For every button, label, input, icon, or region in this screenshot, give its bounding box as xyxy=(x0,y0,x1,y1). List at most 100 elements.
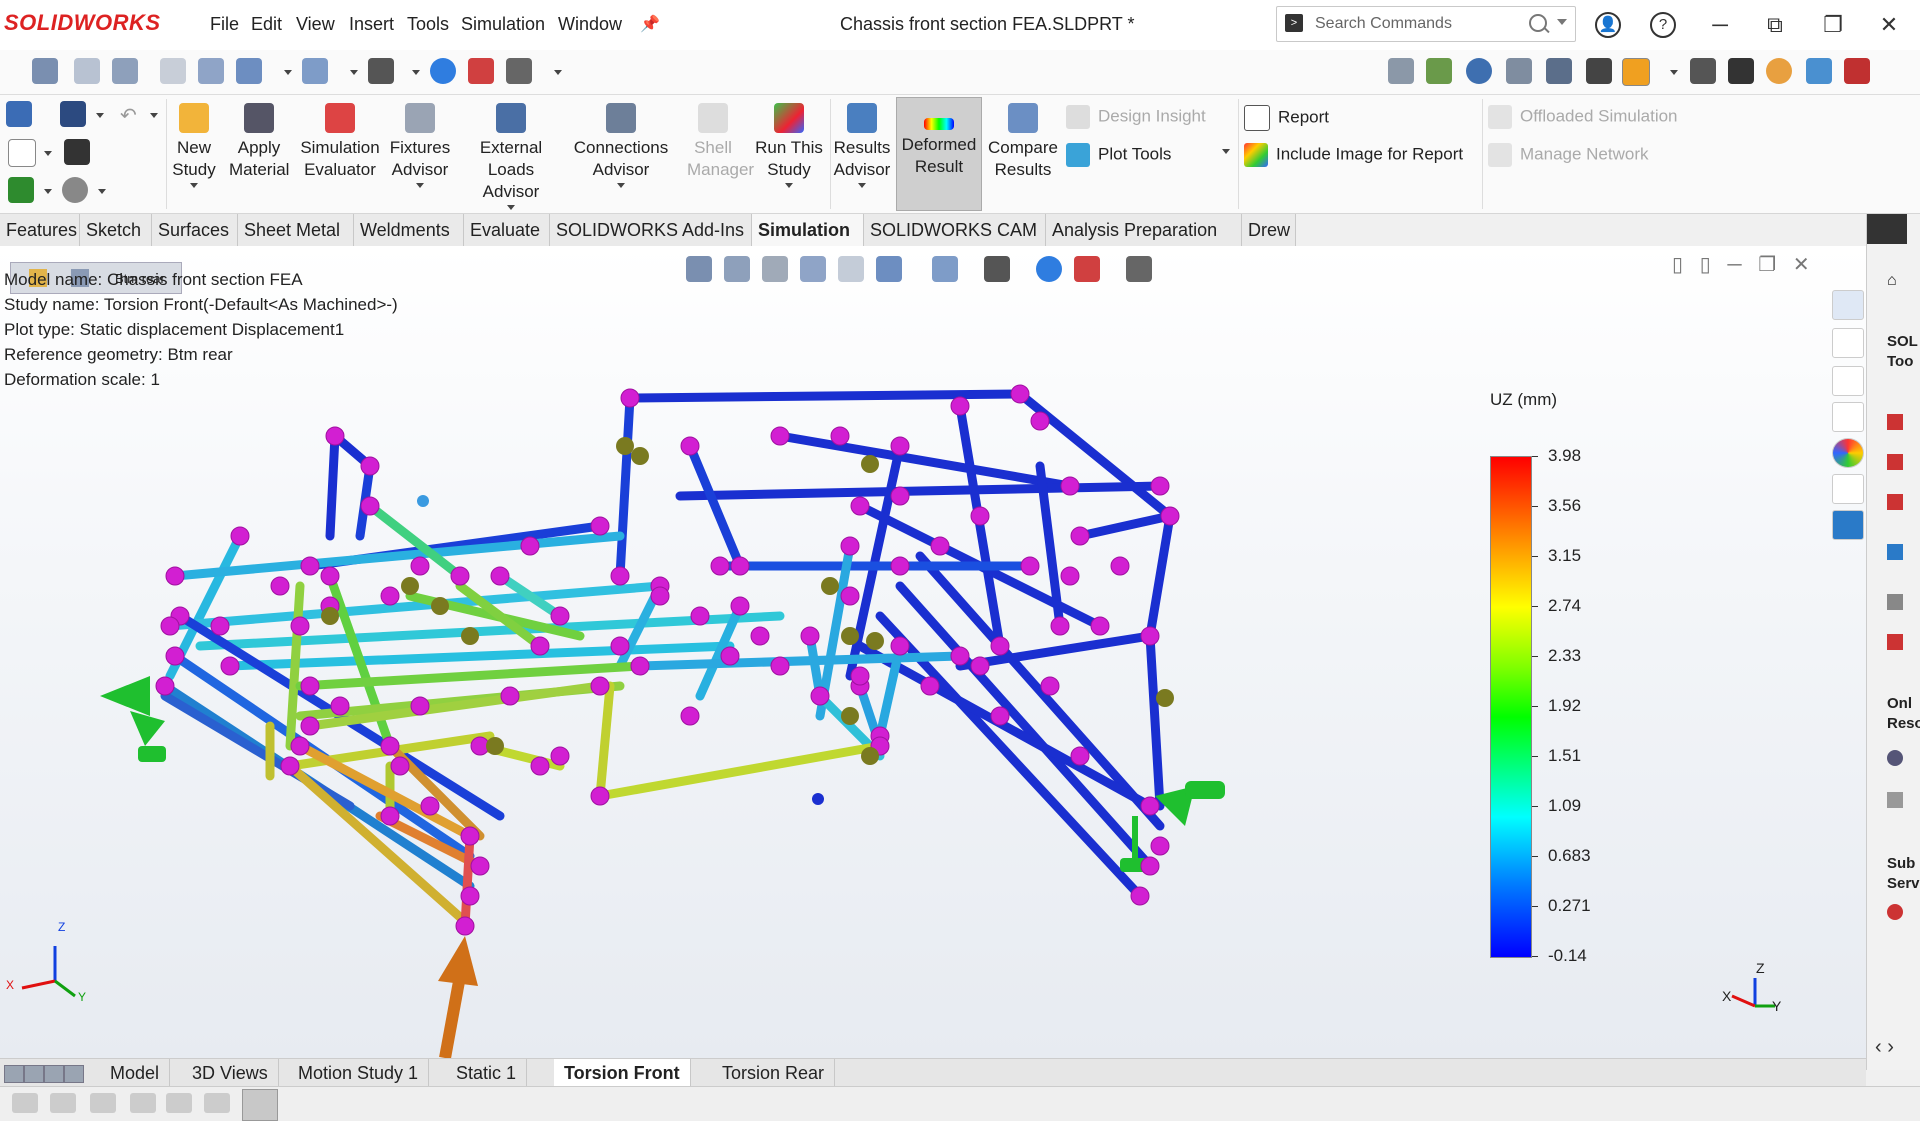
monitor-icon[interactable] xyxy=(506,58,532,84)
menu-view[interactable]: View xyxy=(296,14,335,35)
section-view-icon[interactable] xyxy=(160,58,186,84)
include-image-button[interactable]: Include Image for Report xyxy=(1244,143,1463,167)
sim-tool-2-icon[interactable] xyxy=(1426,58,1452,84)
tile-left-icon[interactable]: ▯ xyxy=(1672,254,1683,276)
chevron-down-icon[interactable] xyxy=(1557,19,1567,25)
appearances-icon[interactable] xyxy=(1832,438,1864,468)
chevron-down-icon[interactable] xyxy=(412,70,420,75)
external-loads-advisor-button[interactable]: External Loads Advisor xyxy=(456,95,566,213)
menu-simulation[interactable]: Simulation xyxy=(461,14,545,35)
apply-material-button[interactable]: Apply Material xyxy=(224,95,294,213)
minimize-icon[interactable]: ─ xyxy=(1705,10,1735,40)
subscription-icon[interactable] xyxy=(1887,904,1903,920)
sim-tool-6-icon[interactable] xyxy=(1586,58,1612,84)
manage-network-button[interactable]: Manage Network xyxy=(1488,143,1649,167)
sim-tool-7-icon[interactable] xyxy=(1844,58,1870,84)
tab-motion-study-1[interactable]: Motion Study 1 xyxy=(288,1059,430,1087)
search-input[interactable]: Search Commands xyxy=(1315,15,1452,33)
menu-window[interactable]: Window xyxy=(558,14,622,35)
display-style-icon[interactable] xyxy=(236,58,262,84)
coordinate-triad[interactable] xyxy=(21,946,76,998)
report-button[interactable]: Report xyxy=(1244,105,1329,131)
tab-drew[interactable]: Drew xyxy=(1242,214,1296,246)
view-orientation-icon[interactable] xyxy=(198,58,224,84)
home-icon[interactable] xyxy=(6,101,32,127)
help-icon[interactable]: ? xyxy=(1650,12,1676,38)
offloaded-simulation-button[interactable]: Offloaded Simulation xyxy=(1488,105,1678,129)
tab-simulation[interactable]: Simulation xyxy=(752,214,864,246)
undo-icon[interactable]: ↶ xyxy=(120,103,137,128)
menu-insert[interactable]: Insert xyxy=(349,14,394,35)
home-icon[interactable]: ⌂ xyxy=(1887,272,1897,290)
sim-tool-1-icon[interactable] xyxy=(1388,58,1414,84)
solidworks-forum-icon[interactable] xyxy=(1832,510,1864,540)
chevron-down-icon[interactable] xyxy=(1670,70,1678,75)
restore-icon[interactable]: ⧉ xyxy=(1760,10,1790,40)
sim-task-icon[interactable] xyxy=(1887,544,1903,560)
hide-show-icon[interactable] xyxy=(302,58,328,84)
resource-icon[interactable] xyxy=(1887,750,1903,766)
color-legend-bar[interactable] xyxy=(1490,456,1532,958)
chevron-down-icon[interactable] xyxy=(350,70,358,75)
resources-tab-icon[interactable] xyxy=(1832,290,1864,320)
sim-tool-3-icon[interactable] xyxy=(1466,58,1492,84)
user-account-icon[interactable]: 👤 xyxy=(1595,12,1621,38)
plot-tools-button[interactable]: Plot Tools xyxy=(1066,143,1171,167)
run-this-study-button[interactable]: Run This Study xyxy=(752,95,826,213)
maximize-icon[interactable]: ❐ xyxy=(1758,254,1776,276)
tab-surfaces[interactable]: Surfaces xyxy=(152,214,238,246)
sim-task-icon[interactable] xyxy=(1887,454,1903,470)
deformed-result-button[interactable]: Deformed Result xyxy=(896,97,982,211)
shell-manager-button[interactable]: Shell Manager xyxy=(676,95,754,213)
previous-view-icon[interactable] xyxy=(112,58,138,84)
view-palette-icon[interactable] xyxy=(1832,402,1864,432)
tile-right-icon[interactable]: ▯ xyxy=(1700,254,1711,276)
maximize-icon[interactable]: ❐ xyxy=(1818,10,1848,40)
tab-solidworks-cam[interactable]: SOLIDWORKS CAM xyxy=(864,214,1046,246)
scene-icon[interactable] xyxy=(468,58,494,84)
close-icon[interactable]: ✕ xyxy=(1793,254,1810,276)
traffic-light-icon[interactable] xyxy=(64,139,90,165)
tab-evaluate[interactable]: Evaluate xyxy=(464,214,550,246)
sim-task-icon[interactable] xyxy=(1887,634,1903,650)
sim-task-icon[interactable] xyxy=(1887,494,1903,510)
status-tool-icon[interactable] xyxy=(204,1093,230,1113)
sim-tool-5-icon[interactable] xyxy=(1546,58,1572,84)
tab-solidworks-add-ins[interactable]: SOLIDWORKS Add-Ins xyxy=(550,214,752,246)
custom-properties-icon[interactable] xyxy=(1832,474,1864,504)
file-explorer-icon[interactable] xyxy=(1832,366,1864,396)
tab-features[interactable]: Features xyxy=(0,214,80,246)
chevron-down-icon[interactable] xyxy=(44,189,52,194)
new-document-icon[interactable] xyxy=(8,139,36,167)
appearance-icon[interactable] xyxy=(430,58,456,84)
animate-icon[interactable] xyxy=(1806,58,1832,84)
chevron-down-icon[interactable] xyxy=(44,151,52,156)
pane-scroll-arrows[interactable]: ‹ › xyxy=(1875,1036,1894,1059)
prev-tab-arrow[interactable] xyxy=(24,1065,44,1083)
save-icon[interactable] xyxy=(60,101,86,127)
resource-icon[interactable] xyxy=(1887,792,1903,808)
search-commands[interactable]: > Search Commands xyxy=(1276,6,1576,42)
status-tool-icon[interactable] xyxy=(166,1093,192,1113)
status-tool-icon[interactable] xyxy=(50,1093,76,1113)
visibility-icon[interactable] xyxy=(368,58,394,84)
tab-model[interactable]: Model xyxy=(100,1059,171,1087)
menu-tools[interactable]: Tools xyxy=(407,14,449,35)
status-tool-icon[interactable] xyxy=(130,1093,156,1113)
chevron-down-icon[interactable] xyxy=(150,113,158,118)
menu-file[interactable]: File xyxy=(210,14,239,35)
tab-3d-views[interactable]: 3D Views xyxy=(182,1059,279,1087)
tab-analysis-preparation[interactable]: Analysis Preparation xyxy=(1046,214,1242,246)
chevron-down-icon[interactable] xyxy=(554,70,562,75)
chevron-down-icon[interactable] xyxy=(1222,149,1230,154)
options-gear-icon[interactable] xyxy=(62,177,88,203)
tab-torsion-front[interactable]: Torsion Front xyxy=(554,1059,691,1087)
pin-icon[interactable]: 📌 xyxy=(640,14,660,33)
design-library-icon[interactable] xyxy=(1832,328,1864,358)
sim-tool-4-icon[interactable] xyxy=(1506,58,1532,84)
chevron-down-icon[interactable] xyxy=(98,189,106,194)
minimize-icon[interactable]: ─ xyxy=(1727,254,1741,276)
sim-task-icon[interactable] xyxy=(1887,594,1903,610)
sim-task-icon[interactable] xyxy=(1887,414,1903,430)
close-icon[interactable]: ✕ xyxy=(1874,10,1904,40)
